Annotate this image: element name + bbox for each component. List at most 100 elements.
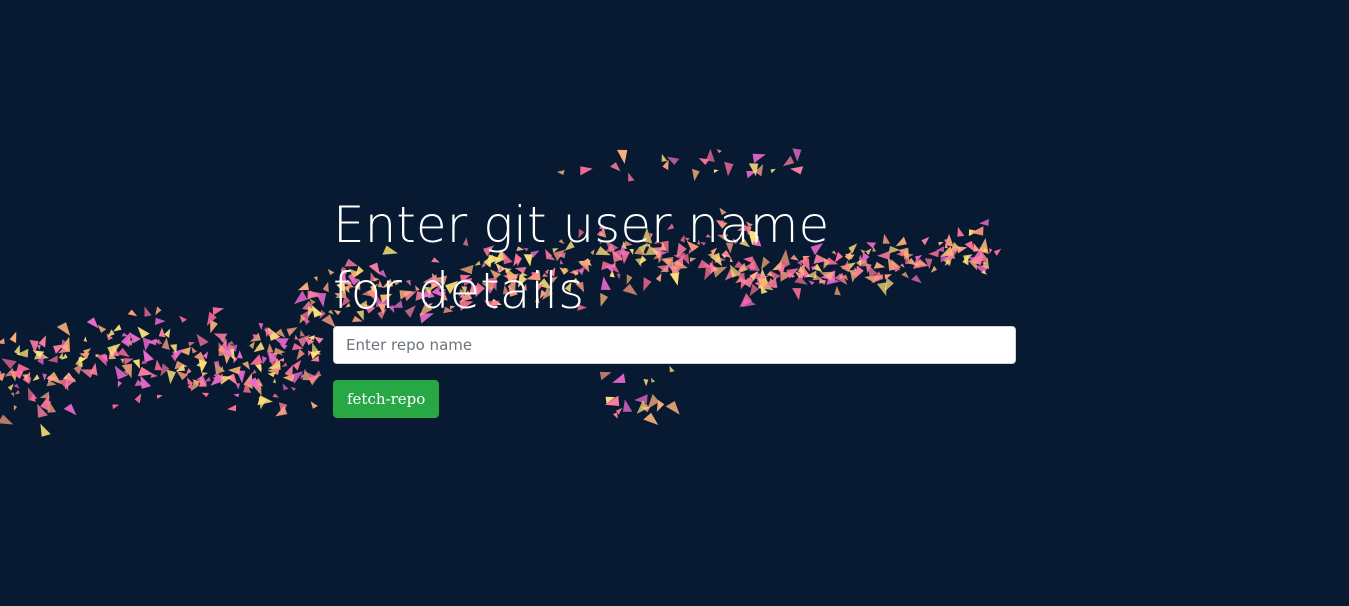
particle-shape: [124, 358, 134, 365]
particle-shape: [233, 393, 240, 398]
particle-shape: [86, 317, 99, 329]
particle-shape: [322, 281, 329, 293]
particle-shape: [0, 414, 14, 425]
particle-shape: [140, 375, 152, 389]
particle-shape: [121, 332, 129, 337]
particle-shape: [294, 290, 308, 305]
particle-shape: [150, 373, 158, 378]
particle-shape: [251, 369, 257, 375]
particle-shape: [724, 161, 734, 177]
fetch-repo-button[interactable]: fetch-repo: [333, 380, 440, 418]
particle-shape: [713, 169, 719, 173]
particle-shape: [188, 341, 195, 347]
particle-shape: [296, 348, 305, 360]
particle-shape: [137, 366, 154, 377]
particle-shape: [228, 366, 241, 375]
particle-shape: [661, 153, 668, 162]
particle-shape: [300, 329, 305, 337]
particle-shape: [166, 369, 176, 385]
particle-shape: [196, 333, 209, 347]
particle-shape: [97, 324, 107, 333]
particle-shape: [47, 355, 58, 363]
particle-shape: [290, 386, 297, 391]
particle-shape: [32, 374, 40, 381]
particle-shape: [161, 337, 170, 350]
repo-name-input[interactable]: [333, 326, 1016, 364]
particle-shape: [191, 346, 197, 354]
particle-shape: [279, 344, 288, 350]
particle-shape: [14, 344, 20, 356]
particle-shape: [782, 155, 795, 167]
particle-shape: [258, 322, 264, 330]
particle-shape: [204, 376, 211, 382]
particle-shape: [132, 359, 140, 369]
particle-shape: [107, 329, 115, 338]
particle-shape: [267, 372, 276, 378]
particle-shape: [282, 383, 289, 391]
particle-shape: [0, 338, 5, 344]
particle-shape: [249, 341, 255, 350]
particle-shape: [610, 162, 621, 172]
particle-shape: [313, 336, 324, 344]
particle-shape: [13, 405, 18, 411]
particle-shape: [10, 392, 15, 398]
particle-shape: [83, 336, 87, 342]
particle-shape: [158, 327, 166, 338]
particle-shape: [310, 401, 318, 409]
particle-shape: [13, 383, 20, 389]
particle-shape: [790, 166, 804, 175]
particle-shape: [112, 404, 120, 410]
particle-shape: [706, 148, 715, 162]
particle-shape: [179, 315, 187, 323]
particle-shape: [134, 393, 142, 404]
particle-shape: [235, 383, 241, 390]
particle-shape: [262, 355, 267, 365]
particle-shape: [187, 377, 194, 385]
particle-shape: [272, 393, 279, 398]
particle-shape: [155, 306, 162, 316]
particle-shape: [185, 368, 192, 375]
particle-shape: [770, 168, 776, 174]
particle-shape: [120, 358, 125, 364]
particle-shape: [617, 149, 628, 164]
particle-shape: [63, 403, 77, 416]
particle-shape: [294, 334, 299, 340]
particle-shape: [156, 394, 163, 399]
particle-shape: [313, 276, 318, 282]
particle-shape: [242, 361, 250, 370]
particle-shape: [142, 337, 152, 352]
particle-shape: [201, 392, 209, 398]
particle-shape: [272, 378, 276, 384]
particle-shape: [267, 343, 274, 353]
particle-shape: [752, 153, 766, 164]
particle-shape: [42, 373, 47, 381]
particle-shape: [692, 168, 700, 182]
particle-shape: [7, 383, 14, 391]
particle-shape: [143, 349, 154, 363]
page: Enter git user name for details fetch-re…: [0, 0, 1349, 606]
particle-shape: [40, 423, 51, 437]
particle-shape: [716, 149, 722, 154]
particle-shape: [154, 359, 163, 371]
particle-shape: [292, 360, 302, 371]
particle-shape: [137, 326, 150, 339]
particle-shape: [176, 370, 189, 381]
particle-shape: [144, 306, 152, 317]
particle-shape: [56, 322, 71, 336]
main-form: Enter git user name for details fetch-re…: [333, 192, 1016, 418]
particle-shape: [4, 367, 16, 377]
particle-shape: [212, 307, 225, 316]
particle-shape: [556, 170, 565, 175]
particle-shape: [580, 166, 593, 176]
particle-shape: [154, 317, 166, 326]
particle-shape: [75, 355, 83, 368]
particle-shape: [297, 281, 310, 291]
particle-shape: [9, 331, 17, 344]
particle-shape: [792, 148, 802, 162]
particle-shape: [227, 404, 237, 412]
particle-shape: [28, 387, 38, 401]
particle-shape: [255, 364, 262, 373]
particle-shape: [117, 380, 122, 388]
particle-shape: [127, 309, 138, 317]
particle-shape: [237, 350, 243, 359]
